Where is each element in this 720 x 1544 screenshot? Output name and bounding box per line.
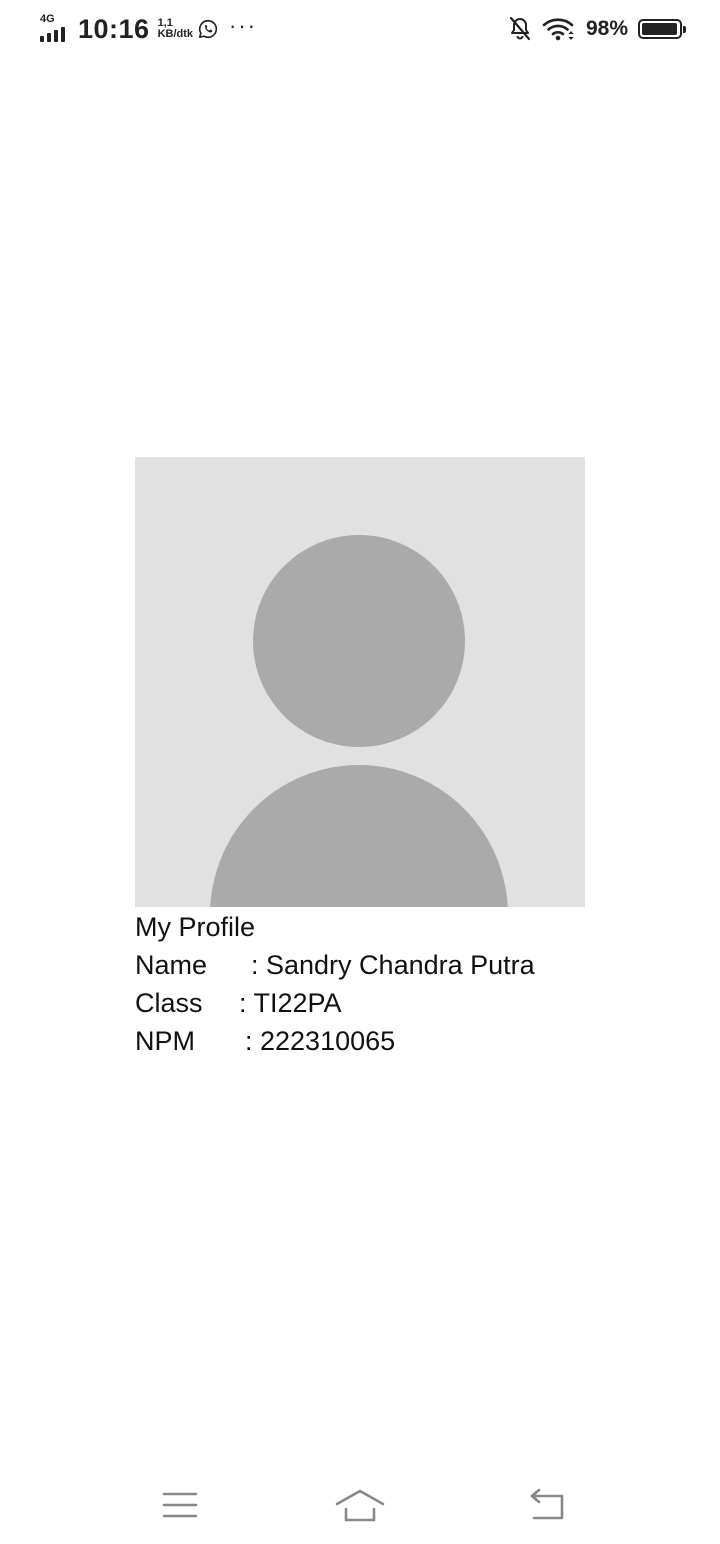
battery-icon [638,19,686,39]
profile-class-row: Class : TI22PA [135,984,535,1022]
profile-title-row: My Profile [135,908,535,946]
class-label: Class [135,988,203,1018]
name-label: Name [135,950,208,980]
menu-button[interactable] [150,1480,210,1530]
network-speed: 1,1 KB/dtk [158,18,193,40]
whatsapp-icon [198,19,218,39]
home-button[interactable] [330,1480,390,1530]
battery-percent: 98% [585,17,628,40]
network-speed-unit: KB/dtk [157,28,194,40]
navigation-bar [0,1470,720,1540]
name-value: : Sandry Chandra Putra [251,950,535,980]
profile-npm-row: NPM : 222310065 [135,1022,535,1060]
status-bar: 4G 10:16 1,1 KB/dtk ··· 98% [0,0,720,56]
npm-label: NPM [135,1026,195,1056]
npm-value: : 222310065 [245,1026,396,1056]
clock: 10:16 [78,13,150,44]
menu-icon [162,1492,198,1518]
wifi-icon [542,18,574,41]
home-icon [335,1489,385,1522]
bell-muted-icon [509,16,531,41]
profile-avatar [135,457,585,907]
class-value: : TI22PA [239,988,342,1018]
back-button[interactable] [518,1480,578,1530]
profile-title: My Profile [135,912,256,942]
status-left: 4G 10:16 1,1 KB/dtk ··· [38,12,257,46]
avatar-head [253,535,465,747]
profile-info: My Profile Name : Sandry Chandra Putra C… [135,908,535,1060]
signal-icon: 4G [38,14,72,44]
screen: 4G 10:16 1,1 KB/dtk ··· 98% My Profile N… [0,0,720,1544]
network-type: 4G [40,13,55,25]
status-right: 98% [508,12,686,46]
battery-fill [642,23,678,35]
more-icon: ··· [229,13,257,38]
profile-name-row: Name : Sandry Chandra Putra [135,946,535,984]
avatar-body [210,765,508,907]
back-icon [530,1488,564,1520]
